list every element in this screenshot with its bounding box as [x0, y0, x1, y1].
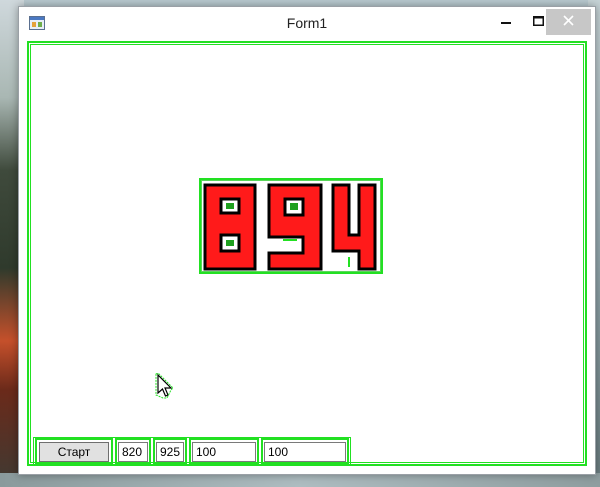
desktop-background-bottom: [0, 473, 600, 487]
digit-8-shape: [203, 183, 257, 271]
close-icon: [563, 13, 574, 31]
mouse-cursor-icon: [155, 372, 179, 401]
start-button[interactable]: Старт: [39, 442, 109, 462]
form-client-area: Старт 820 925 100 100: [27, 41, 587, 466]
field3-input[interactable]: 100: [192, 442, 256, 462]
minimize-icon: [501, 13, 511, 31]
digit-9-shape: [267, 183, 323, 271]
digit-4-shape: [331, 183, 377, 271]
title-bar[interactable]: Form1: [19, 7, 595, 39]
field2-input[interactable]: 925: [156, 442, 184, 462]
close-button[interactable]: [546, 9, 591, 35]
maximize-icon: [532, 13, 544, 31]
digit-display: [203, 183, 377, 271]
form-window: Form1 Старт 820 925 100 100: [18, 6, 596, 475]
field4-input[interactable]: 100: [264, 442, 346, 462]
minimize-button[interactable]: [491, 7, 521, 37]
field1-input[interactable]: 820: [118, 442, 148, 462]
